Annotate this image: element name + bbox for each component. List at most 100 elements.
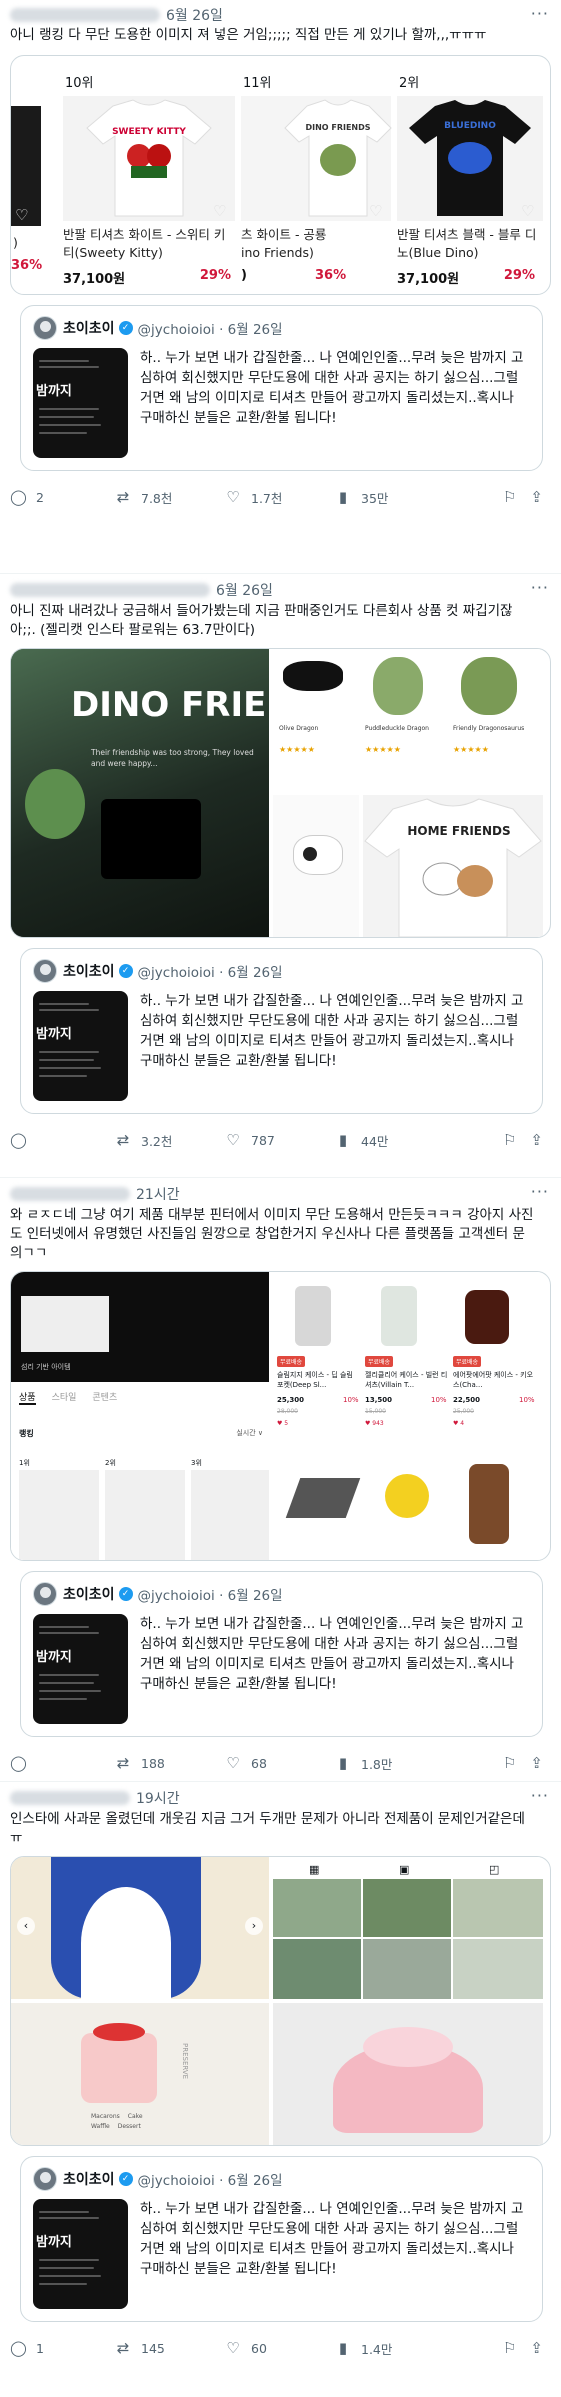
verified-icon: ✓ xyxy=(118,321,133,335)
cake-photo-image[interactable] xyxy=(273,2003,543,2145)
dino-products-image[interactable]: Olive Dragon Puddleduckle Dragon Friendl… xyxy=(273,649,543,791)
quoted-tweet[interactable]: 초이초이 ✓ @jychoioioi · 6월 26일 밤까지 하.. 누가 보… xyxy=(20,1571,543,1737)
product-card[interactable]: 2위 BLUEDINO ♡ 반팔 티셔츠 블랙 - 블루 디노(Blue Din… xyxy=(397,56,543,294)
like-button[interactable]: ♡ 60 xyxy=(225,2339,335,2357)
views-button[interactable]: ▮ 1.4만 xyxy=(335,2339,440,2358)
heart-icon[interactable]: ♡ xyxy=(15,206,31,224)
tweet-time[interactable]: 6월 26일 xyxy=(166,5,223,25)
grid-icon[interactable]: ▦ xyxy=(309,1863,319,1876)
like-button[interactable]: ♡ 68 xyxy=(225,1754,335,1772)
product-card[interactable]: 10위 SWEETY KITTY ♡ 반팔 티셔츠 화이트 - 스위티 키티(S… xyxy=(63,56,235,294)
tagged-icon[interactable]: ◰ xyxy=(489,1863,499,1876)
like-button[interactable]: ♡ 787 xyxy=(225,1131,335,1149)
shop-screenshot[interactable]: 섬리 기반 아이템 상품 스타일 콘텐츠 랭킹 실시간 ∨ 1위 2위 3위 xyxy=(11,1272,269,1560)
avatar[interactable] xyxy=(33,2167,57,2191)
more-icon[interactable]: ··· xyxy=(531,578,549,597)
quote-thumbnail[interactable]: 밤까지 xyxy=(33,2199,128,2309)
tweet-1[interactable]: 6월 26일 ··· 아니 랭킹 다 무단 도용한 이미지 져 넣은 거임;;;… xyxy=(0,0,561,574)
share-icon[interactable]: ⇪ xyxy=(530,2339,543,2357)
tweet-image-grid[interactable]: DINO FRIEND Their friendship was too str… xyxy=(10,648,551,938)
more-icon[interactable]: ··· xyxy=(531,4,549,23)
share-icon[interactable]: ⇪ xyxy=(530,488,543,506)
illustration-image[interactable]: ‹ › xyxy=(11,1857,269,1999)
quote-header: 초이초이 ✓ @jychoioioi · 6월 26일 xyxy=(33,2167,530,2191)
cake-menu-image[interactable]: PRESERVE Macarons Cake Waffle Dessert xyxy=(11,2003,269,2145)
reply-icon: ◯ xyxy=(10,2339,27,2357)
heart-icon[interactable]: ♡ xyxy=(369,202,385,220)
tweet-2[interactable]: 6월 26일 ··· 아니 진짜 내려갔나 궁금해서 들어가봤는데 지금 판매중… xyxy=(0,574,561,1178)
heart-icon[interactable]: ♡ xyxy=(521,202,537,220)
svg-text:HOME FRIENDS: HOME FRIENDS xyxy=(407,824,510,838)
puppy-product-image[interactable] xyxy=(273,795,359,937)
views-icon: ▮ xyxy=(338,488,348,506)
avatar[interactable] xyxy=(33,959,57,983)
chevron-left-icon[interactable]: ‹ xyxy=(17,1917,35,1935)
retweet-button[interactable]: ⇄ 188 xyxy=(115,1754,225,1772)
retweet-button[interactable]: ⇄ 145 xyxy=(115,2339,225,2357)
heart-icon[interactable]: ♡ xyxy=(213,202,229,220)
avatar[interactable] xyxy=(33,1582,57,1606)
quote-author-name[interactable]: 초이초이 xyxy=(63,1584,115,1604)
product-card[interactable]: 11위 DINO FRIENDS ♡ 츠 화이트 - 공룡 ino Friend… xyxy=(241,56,392,294)
reply-button[interactable]: ◯ 1 xyxy=(10,2339,115,2357)
quoted-tweet[interactable]: 초이초이 ✓ @jychoioioi · 6월 26일 밤까지 하.. 누가 보… xyxy=(20,2156,543,2322)
tweet-time[interactable]: 6월 26일 xyxy=(216,580,273,600)
quote-thumbnail[interactable]: 밤까지 xyxy=(33,991,128,1101)
more-icon[interactable]: ··· xyxy=(531,1786,549,1805)
tshirt-image: HOME FRIENDS xyxy=(364,798,542,937)
blurred-author xyxy=(10,8,160,22)
quote-header: 초이초이 ✓ @jychoioioi · 6월 26일 xyxy=(33,959,530,983)
tweet-actions: ◯ ⇄ 3.2천 ♡ 787 ▮ 44만 ⚐ ⇪ xyxy=(10,1120,551,1160)
share-icon[interactable]: ⇪ xyxy=(530,1754,543,1772)
tab-contents[interactable]: 콘텐츠 xyxy=(92,1390,117,1405)
reels-icon[interactable]: ▣ xyxy=(399,1863,409,1876)
chevron-right-icon[interactable]: › xyxy=(245,1917,263,1935)
accessories-screenshot[interactable] xyxy=(273,1444,543,1560)
tweet-time[interactable]: 19시간 xyxy=(136,1788,180,1808)
quote-thumbnail[interactable]: 밤까지 xyxy=(33,348,128,458)
views-button[interactable]: ▮ 44만 xyxy=(335,1131,440,1150)
quote-author-name[interactable]: 초이초이 xyxy=(63,318,115,338)
tweet-image-grid[interactable]: 섬리 기반 아이템 상품 스타일 콘텐츠 랭킹 실시간 ∨ 1위 2위 3위 무… xyxy=(10,1271,551,1561)
instagram-grid-screenshot[interactable]: ▦ ▣ ◰ xyxy=(273,1857,543,1999)
heart-icon: ♡ xyxy=(226,1131,240,1149)
retweet-button[interactable]: ⇄ 3.2천 xyxy=(115,1131,225,1150)
quoted-tweet[interactable]: 초이초이 ✓ @jychoioioi · 6월 26일 밤까지 하.. 누가 보… xyxy=(20,305,543,471)
bookmark-icon[interactable]: ⚐ xyxy=(503,488,516,506)
views-icon: ▮ xyxy=(338,1131,348,1149)
tweet-time[interactable]: 21시간 xyxy=(136,1184,180,1204)
avatar[interactable] xyxy=(33,316,57,340)
reply-button[interactable]: ◯ xyxy=(10,1131,115,1149)
tweet-image-grid[interactable]: ‹ › ▦ ▣ ◰ PRESERVE Macarons Cake Waffle xyxy=(10,1856,551,2146)
retweet-button[interactable]: ⇄ 7.8천 xyxy=(115,488,225,507)
more-icon[interactable]: ··· xyxy=(531,1182,549,1201)
tweet-header: 6월 26일 xyxy=(10,4,551,26)
tweet-actions: ◯ 2 ⇄ 7.8천 ♡ 1.7천 ▮ 35만 ⚐ ⇪ xyxy=(10,477,551,517)
tweet-3[interactable]: 21시간 ··· 와 ㄹㅈㄷ네 그냥 여기 제품 대부분 핀터에서 이미지 무단… xyxy=(0,1178,561,1782)
tab-products[interactable]: 상품 xyxy=(19,1390,36,1405)
quoted-tweet[interactable]: 초이초이 ✓ @jychoioioi · 6월 26일 밤까지 하.. 누가 보… xyxy=(20,948,543,1114)
tweet-image[interactable]: ♡ ) 36% 10위 SWEETY KITTY ♡ 반팔 티셔츠 화이트 - … xyxy=(10,55,551,295)
quote-author-name[interactable]: 초이초이 xyxy=(63,2169,115,2189)
reply-icon: ◯ xyxy=(10,1754,27,1772)
tshirt-print: SWEETY KITTY xyxy=(112,127,186,137)
dino-friends-image[interactable]: DINO FRIEND Their friendship was too str… xyxy=(11,649,269,937)
like-button[interactable]: ♡ 1.7천 xyxy=(225,488,335,507)
tab-style[interactable]: 스타일 xyxy=(52,1390,77,1405)
tweet-4[interactable]: 19시간 ··· 인스타에 사과문 올렸던데 개웃김 지금 그거 두개만 문제가… xyxy=(0,1782,561,2386)
home-friends-tshirt-image[interactable]: HOME FRIENDS xyxy=(363,795,543,937)
views-button[interactable]: ▮ 1.8만 xyxy=(335,1754,440,1773)
bookmark-icon[interactable]: ⚐ xyxy=(503,1754,516,1772)
phone-cases-screenshot[interactable]: 무료배송 무료배송 무료배송 슬림지지 케이스 - 딥 슬림 포켓(Deep S… xyxy=(273,1272,543,1440)
tweet-header: 6월 26일 xyxy=(10,578,551,602)
tweet-text: 와 ㄹㅈㄷ네 그냥 여기 제품 대부분 핀터에서 이미지 무단 도용해서 만든듯… xyxy=(10,1207,534,1261)
quote-thumbnail[interactable]: 밤까지 xyxy=(33,1614,128,1724)
quote-header: 초이초이 ✓ @jychoioioi · 6월 26일 xyxy=(33,1582,530,1606)
quote-author-name[interactable]: 초이초이 xyxy=(63,961,115,981)
reply-button[interactable]: ◯ xyxy=(10,1754,115,1772)
bookmark-icon[interactable]: ⚐ xyxy=(503,1131,516,1149)
share-icon[interactable]: ⇪ xyxy=(530,1131,543,1149)
reply-button[interactable]: ◯ 2 xyxy=(10,488,115,506)
bookmark-icon[interactable]: ⚐ xyxy=(503,2339,516,2357)
views-button[interactable]: ▮ 35만 xyxy=(335,488,440,507)
